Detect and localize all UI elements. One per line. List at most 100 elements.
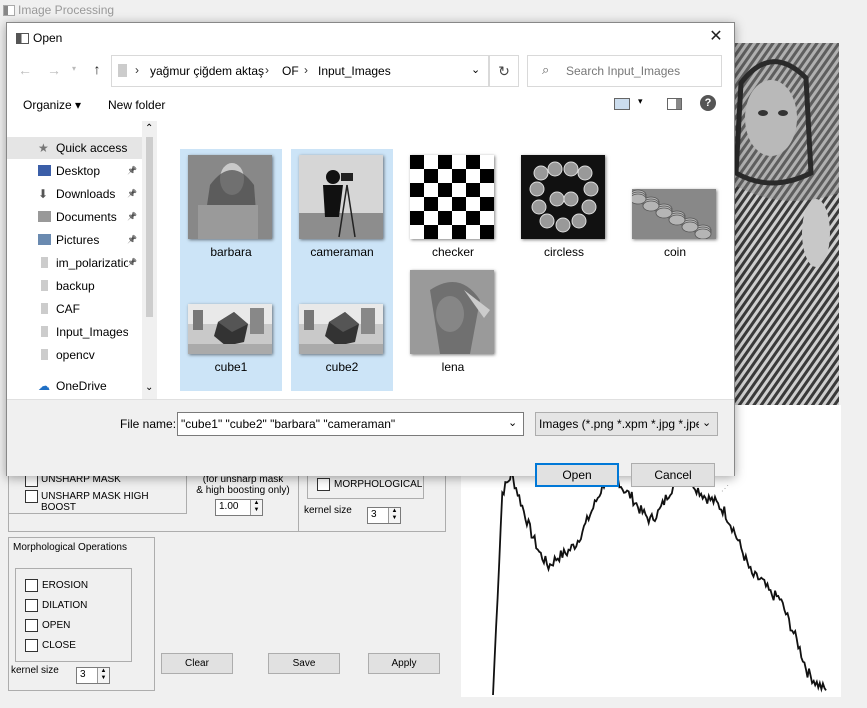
unsharp-high-boost-label: UNSHARP MASK HIGH BOOST bbox=[41, 491, 149, 513]
chevron-down-icon: ⌄ bbox=[702, 417, 712, 429]
sidebar-item-backup[interactable]: backup bbox=[7, 275, 145, 297]
sidebar-item-onedrive[interactable]: ☁ OneDrive bbox=[7, 375, 145, 397]
file-name: cameraman bbox=[310, 245, 374, 259]
folder-icon bbox=[41, 349, 48, 360]
desktop-icon bbox=[38, 165, 51, 176]
scroll-up-icon[interactable]: ⌃ bbox=[145, 123, 153, 134]
file-item-barbara[interactable]: barbara bbox=[180, 149, 282, 276]
chevron-down-icon[interactable]: ▾ bbox=[638, 96, 643, 107]
folder-icon bbox=[118, 64, 127, 77]
cancel-button[interactable]: Cancel bbox=[631, 463, 715, 487]
sidebar-item-label: im_polarization bbox=[56, 256, 128, 270]
scroll-thumb[interactable] bbox=[146, 137, 153, 317]
sidebar-item-caf[interactable]: CAF bbox=[7, 298, 145, 320]
chevron-down-icon[interactable]: ⌄ bbox=[471, 63, 480, 76]
breadcrumb-of[interactable]: OF bbox=[282, 64, 299, 78]
open-checkbox[interactable] bbox=[25, 619, 38, 632]
breadcrumb-input-images[interactable]: Input_Images bbox=[318, 64, 391, 78]
address-bar[interactable]: › yağmur çiğdem aktaş › OF › Input_Image… bbox=[111, 55, 489, 87]
file-thumbnail bbox=[299, 304, 383, 354]
file-item-cube1[interactable]: cube1 bbox=[180, 264, 282, 391]
pin-icon: 📌 bbox=[127, 212, 137, 221]
app-title: Image Processing bbox=[18, 3, 115, 17]
sidebar-item-opencv[interactable]: opencv bbox=[7, 344, 145, 366]
back-arrow-icon[interactable]: ← bbox=[15, 62, 35, 78]
sidebar-item-pictures[interactable]: Pictures 📌 bbox=[7, 229, 145, 251]
file-name-label: File name: bbox=[120, 417, 177, 431]
sidebar-item-quick-access[interactable]: ★ Quick access bbox=[7, 137, 145, 159]
dilation-label: DILATION bbox=[42, 600, 88, 611]
sidebar-item-downloads[interactable]: ⬇ Downloads 📌 bbox=[7, 183, 145, 205]
spin-arrows-icon[interactable]: ▲ ▼ bbox=[388, 508, 400, 523]
star-icon: ★ bbox=[38, 141, 49, 155]
navigation-pane: ★ Quick access Desktop 📌 ⬇ Downloads 📌 Document… bbox=[7, 121, 157, 399]
new-folder-button[interactable]: New folder bbox=[108, 98, 165, 112]
clear-button[interactable]: Clear bbox=[161, 653, 233, 674]
file-item-cameraman[interactable]: cameraman bbox=[291, 149, 393, 276]
erosion-label: EROSION bbox=[42, 580, 89, 591]
folder-icon bbox=[41, 326, 48, 337]
search-box[interactable]: ⌕ Search Input_Images bbox=[527, 55, 722, 87]
file-name-input[interactable]: "cube1" "cube2" "barbara" "cameraman" ⌄ bbox=[177, 412, 524, 436]
sidebar-item-label: opencv bbox=[56, 348, 95, 362]
breadcrumb-separator: › bbox=[304, 63, 308, 77]
dialog-footer: File name: "cube1" "cube2" "barbara" "ca… bbox=[7, 399, 734, 493]
unsharp-high-boost-checkbox[interactable] bbox=[25, 490, 38, 503]
morphological-label: MORPHOLOGICAL bbox=[334, 479, 423, 490]
file-type-select[interactable]: Images (*.png *.xpm *.jpg *.jpeg ⌄ bbox=[535, 412, 718, 436]
morph-kernel-spinbox[interactable]: 3 ▲ ▼ bbox=[367, 507, 401, 524]
file-item-checker[interactable]: checker bbox=[402, 149, 504, 276]
file-item-circless[interactable]: circless bbox=[513, 149, 615, 276]
help-icon[interactable]: ? bbox=[700, 95, 716, 111]
recent-chevron-icon[interactable]: ▾ bbox=[64, 64, 84, 73]
dilation-checkbox[interactable] bbox=[25, 599, 38, 612]
file-name: coin bbox=[663, 245, 686, 259]
ops-kernel-value: 3 bbox=[80, 669, 86, 680]
file-name: lena bbox=[441, 360, 465, 374]
sidebar-item-documents[interactable]: Documents 📌 bbox=[7, 206, 145, 228]
document-icon bbox=[38, 211, 51, 222]
file-name: circless bbox=[543, 245, 584, 259]
spin-arrows-icon[interactable]: ▲ ▼ bbox=[97, 668, 109, 683]
file-item-cube2[interactable]: cube2 bbox=[291, 264, 393, 391]
morphological-operations-title: Morphological Operations bbox=[11, 542, 129, 553]
search-input[interactable]: Search Input_Images bbox=[566, 64, 680, 78]
breadcrumb-user[interactable]: yağmur çiğdem aktaş bbox=[150, 64, 264, 78]
refresh-icon[interactable]: ↻ bbox=[489, 55, 519, 87]
navigation-scrollbar[interactable]: ⌃ ⌄ bbox=[142, 121, 157, 399]
sidebar-item-label: Desktop bbox=[56, 164, 101, 178]
sidebar-item-desktop[interactable]: Desktop 📌 bbox=[7, 160, 145, 182]
file-thumbnail bbox=[410, 155, 494, 239]
resize-grip-icon[interactable]: ⋰ bbox=[721, 484, 729, 493]
forward-arrow-icon[interactable]: → bbox=[44, 62, 64, 78]
file-thumbnail bbox=[632, 189, 716, 239]
file-item-coin[interactable]: coin bbox=[624, 149, 726, 276]
apply-button[interactable]: Apply bbox=[368, 653, 440, 674]
ops-kernel-spinbox[interactable]: 3 ▲ ▼ bbox=[76, 667, 110, 684]
chevron-down-icon[interactable]: ⌄ bbox=[508, 416, 517, 429]
open-file-dialog: Open ✕ ← → ▾ ↑ › yağmur çiğdem aktaş › O… bbox=[6, 22, 735, 493]
breadcrumb-separator: › bbox=[265, 63, 269, 77]
erosion-checkbox[interactable] bbox=[25, 579, 38, 592]
sidebar-item-input-images[interactable]: Input_Images bbox=[7, 321, 145, 343]
close-checkbox[interactable] bbox=[25, 639, 38, 652]
boost-spinbox[interactable]: 1.00 ▲ ▼ bbox=[215, 499, 263, 516]
sidebar-item-label: Pictures bbox=[56, 233, 100, 247]
morphological-checkbox[interactable] bbox=[317, 478, 330, 491]
open-button[interactable]: Open bbox=[535, 463, 619, 487]
organize-menu[interactable]: Organize ▾ bbox=[23, 98, 81, 112]
view-options-icon[interactable] bbox=[614, 98, 630, 110]
morph-kernel-label: kernel size bbox=[304, 505, 352, 516]
up-arrow-icon[interactable]: ↑ bbox=[87, 61, 107, 77]
scroll-down-icon[interactable]: ⌄ bbox=[145, 382, 153, 393]
ops-kernel-label: kernel size bbox=[11, 665, 59, 676]
file-item-lena[interactable]: lena bbox=[402, 264, 504, 391]
preview-pane-icon[interactable] bbox=[667, 98, 682, 110]
save-button[interactable]: Save bbox=[268, 653, 340, 674]
preview-image bbox=[731, 43, 839, 405]
boost-value: 1.00 bbox=[219, 501, 239, 512]
spin-arrows-icon[interactable]: ▲ ▼ bbox=[250, 500, 262, 515]
unsharp-note: (for unsharp mask & high boosting only) bbox=[196, 474, 290, 496]
sidebar-item-im-polarization[interactable]: im_polarization📌 bbox=[7, 252, 145, 274]
close-icon[interactable]: ✕ bbox=[705, 27, 727, 47]
